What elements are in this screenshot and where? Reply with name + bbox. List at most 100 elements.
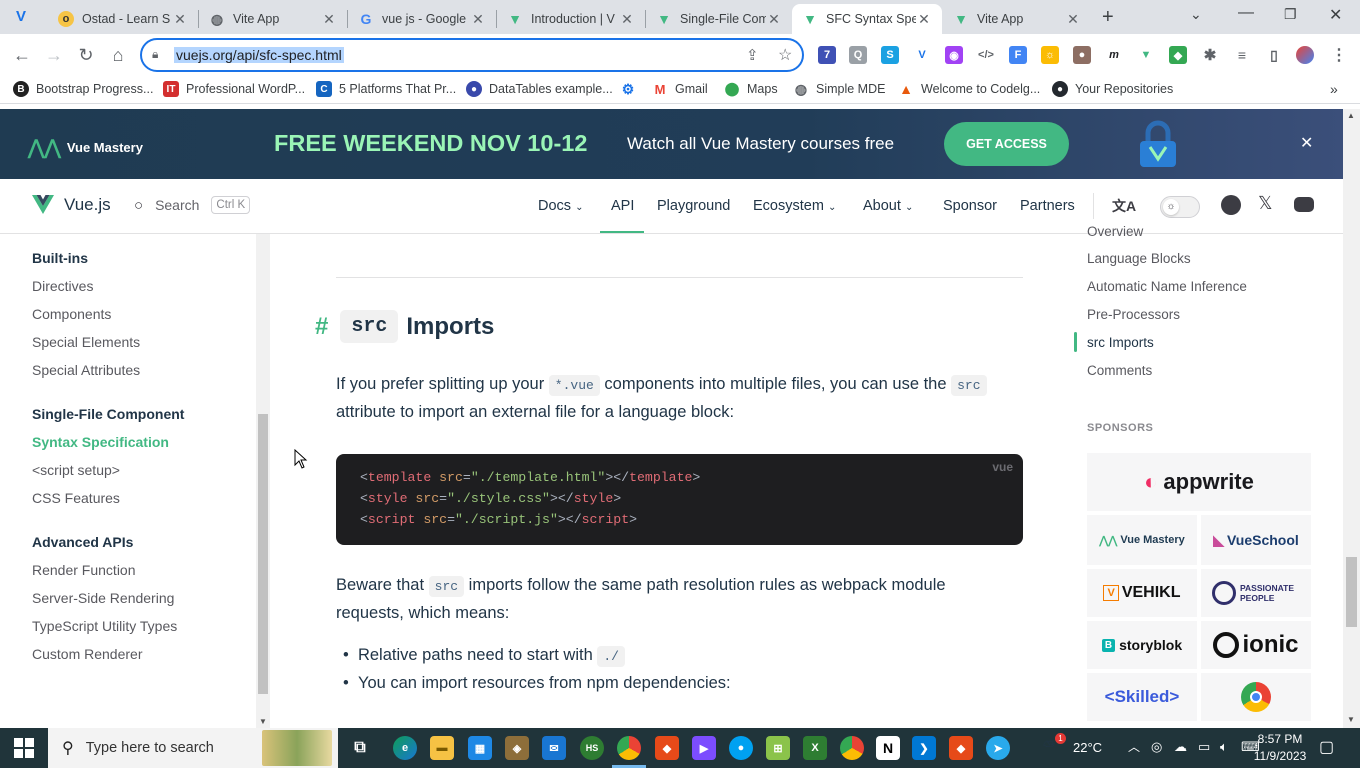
more-bookmarks-chevron-icon[interactable]: » <box>1330 81 1338 97</box>
weather-temperature[interactable]: 22°C <box>1073 740 1102 755</box>
network-icon[interactable]: ▭ <box>1198 739 1210 755</box>
sidebar-item-custom-renderer[interactable]: Custom Renderer <box>32 646 143 662</box>
scroll-up-arrow-icon[interactable]: ▲ <box>1347 111 1355 120</box>
url-text[interactable]: vuejs.org/api/sfc-spec.html <box>174 47 344 63</box>
close-tab-icon[interactable]: ✕ <box>1065 11 1081 28</box>
toc-item-comments[interactable]: Comments <box>1087 363 1152 378</box>
extension-cookie-icon[interactable]: ● <box>1073 46 1091 64</box>
sidebar-item-server-side-rendering[interactable]: Server-Side Rendering <box>32 590 174 606</box>
nav-playground[interactable]: Playground <box>657 198 730 214</box>
tab-search-chevron-icon[interactable]: ⌄ <box>1190 6 1202 23</box>
microsoft-store-icon[interactable]: ▦ <box>468 736 492 760</box>
taskbar-search-box[interactable]: ⚲ Type here to search <box>48 728 338 768</box>
forward-arrow-icon[interactable]: → <box>42 43 66 67</box>
excel-app-icon[interactable]: X <box>803 736 827 760</box>
toc-item-language-blocks[interactable]: Language Blocks <box>1087 251 1191 266</box>
vue-mastery-logo[interactable]: ⋀⋀ Vue Mastery <box>28 135 143 160</box>
bookmark-codelg[interactable]: ▲ Welcome to Codelg... <box>898 81 1040 97</box>
app-blue-circle-icon[interactable]: ● <box>729 736 753 760</box>
extension-s-icon[interactable]: S <box>881 46 899 64</box>
extension-green-icon[interactable]: ◆ <box>1169 46 1187 64</box>
file-explorer-icon[interactable]: ▬ <box>430 736 454 760</box>
side-panel-icon[interactable]: ▯ <box>1265 46 1283 64</box>
extension-vue-devtools-icon[interactable]: ▼ <box>1137 46 1155 64</box>
app-book-icon[interactable]: ◈ <box>505 736 529 760</box>
volume-icon[interactable]: 🔈︎ <box>1220 739 1228 755</box>
sponsor-vue-mastery[interactable]: ⋀⋀ Vue Mastery <box>1087 515 1197 565</box>
github-icon[interactable] <box>1221 195 1241 215</box>
extension-m-icon[interactable]: m <box>1105 46 1123 64</box>
close-tab-icon[interactable]: ✕ <box>172 11 188 28</box>
close-tab-icon[interactable]: ✕ <box>470 11 486 28</box>
sponsor-ionic[interactable]: ionic <box>1201 621 1311 669</box>
search-button[interactable]: ○ Search Ctrl K <box>134 196 251 214</box>
sponsor-vehikl[interactable]: V VEHIKL <box>1087 569 1197 617</box>
telegram-icon[interactable]: ➤ <box>986 736 1010 760</box>
action-center-icon[interactable]: ▢ <box>1319 737 1334 757</box>
minimize-window-icon[interactable]: — <box>1238 4 1254 22</box>
get-access-button[interactable]: GET ACCESS <box>944 122 1069 166</box>
bookmark-bootstrap[interactable]: B Bootstrap Progress... <box>13 81 153 97</box>
restore-window-icon[interactable]: ❐ <box>1284 6 1297 23</box>
nav-docs[interactable]: Docs ⌄ <box>538 198 583 214</box>
menu-kebab-icon[interactable]: ⋮ <box>1330 46 1348 64</box>
nav-partners[interactable]: Partners <box>1020 198 1075 214</box>
scroll-down-arrow-icon[interactable]: ▼ <box>1347 715 1355 724</box>
close-tab-icon[interactable]: ✕ <box>916 11 932 28</box>
bookmark-gmail[interactable]: M Gmail <box>652 81 708 97</box>
extension-sun-icon[interactable]: ☼ <box>1041 46 1059 64</box>
extension-v-icon[interactable]: V <box>913 46 931 64</box>
mail-icon[interactable]: ✉ <box>542 736 566 760</box>
extension-badge-icon[interactable]: 7 <box>818 46 836 64</box>
close-tab-icon[interactable]: ✕ <box>766 11 782 28</box>
sidebar-item-components[interactable]: Components <box>32 306 111 322</box>
bookmark-5-platforms[interactable]: C5 Platforms That Pr... <box>316 81 456 97</box>
extension-search-icon[interactable]: Q <box>849 46 867 64</box>
bookmark-blank[interactable]: ⚙ <box>620 81 643 97</box>
page-scrollbar-thumb[interactable] <box>1346 557 1357 627</box>
extension-purple-icon[interactable]: ◉ <box>945 46 963 64</box>
brave-browser-icon-2[interactable]: ◆ <box>949 736 973 760</box>
bookmark-simple-mde[interactable]: ◍ Simple MDE <box>793 81 886 97</box>
sidebar-item-css-features[interactable]: CSS Features <box>32 490 120 506</box>
extensions-puzzle-icon[interactable]: ✱ <box>1201 46 1219 64</box>
clock-time[interactable]: 8:57 PM <box>1252 732 1308 746</box>
tab-google-search[interactable]: G vue js - Google ✕ <box>348 4 496 34</box>
sidebar-item-directives[interactable]: Directives <box>32 278 93 294</box>
lock-icon[interactable]: 🔒︎ <box>152 47 158 62</box>
toc-item-pre-processors[interactable]: Pre-Processors <box>1087 307 1180 322</box>
extension-f-icon[interactable]: F <box>1009 46 1027 64</box>
webcam-icon[interactable]: ◎ <box>1151 739 1162 755</box>
show-hidden-icons-chevron-icon[interactable]: ︿ <box>1128 738 1140 755</box>
discord-icon[interactable] <box>1294 197 1314 212</box>
media-control-icon[interactable]: ≡ <box>1233 46 1251 64</box>
nav-api[interactable]: API <box>611 198 634 214</box>
sidebar-item-typescript-utility-types[interactable]: TypeScript Utility Types <box>32 618 177 634</box>
sidebar-item-special-elements[interactable]: Special Elements <box>32 334 140 350</box>
nav-ecosystem[interactable]: Ecosystem ⌄ <box>753 198 836 214</box>
close-window-icon[interactable]: ✕ <box>1329 5 1342 25</box>
app-chart-icon[interactable]: ⊞ <box>766 736 790 760</box>
scroll-down-arrow-icon[interactable]: ▼ <box>259 717 267 726</box>
heading-anchor-link[interactable]: # <box>315 313 328 341</box>
bookmark-wordpress[interactable]: IT Professional WordP... <box>163 81 305 97</box>
promo-banner[interactable]: ⋀⋀ Vue Mastery FREE WEEKEND NOV 10-12 Wa… <box>0 109 1343 179</box>
tab-introduction[interactable]: ▼ Introduction | V ✕ <box>497 4 645 34</box>
tab-vite-app-1[interactable]: ◍ Vite App ✕ <box>199 4 347 34</box>
sponsor-chrome[interactable] <box>1201 673 1311 721</box>
close-banner-icon[interactable]: ✕ <box>1300 133 1313 153</box>
edge-browser-icon[interactable]: e <box>393 736 417 760</box>
sponsor-vueschool[interactable]: ◣ VueSchool <box>1201 515 1311 565</box>
back-arrow-icon[interactable]: ← <box>10 43 34 67</box>
bookmark-star-icon[interactable]: ☆ <box>778 45 792 65</box>
dark-mode-toggle[interactable]: ☼ <box>1160 196 1200 218</box>
x-twitter-icon[interactable]: 𝕏 <box>1258 193 1273 214</box>
onedrive-cloud-icon[interactable]: ☁ <box>1174 739 1187 755</box>
clock-date[interactable]: 11/9/2023 <box>1247 749 1313 763</box>
toc-item-overview[interactable]: Overview <box>1087 224 1143 239</box>
task-view-icon[interactable]: ⧉ <box>348 736 372 760</box>
chrome-taskbar-icon[interactable] <box>617 736 641 760</box>
close-tab-icon[interactable]: ✕ <box>619 11 635 28</box>
tab-search-icon[interactable]: V <box>16 8 36 28</box>
vscode-icon[interactable]: ❯ <box>912 736 936 760</box>
